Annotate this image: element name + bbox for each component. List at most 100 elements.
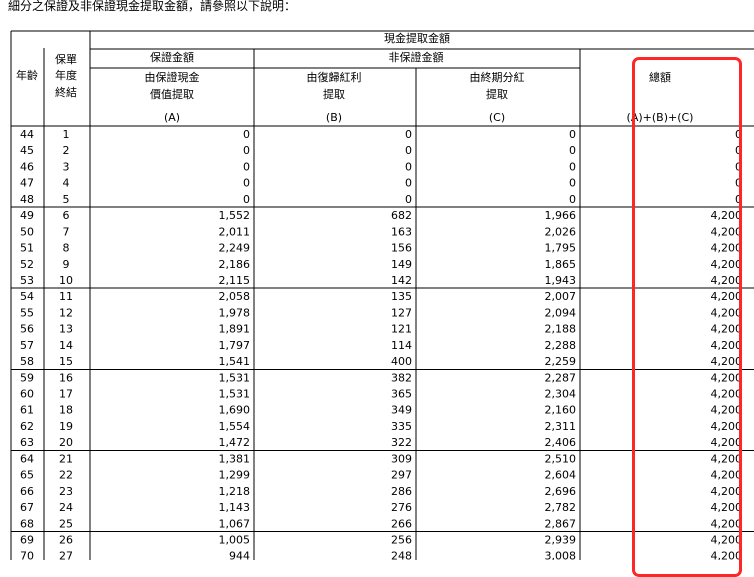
row-reversionary-b: 309 (391, 452, 412, 465)
row-guaranteed-a: 1,005 (219, 534, 251, 547)
row-terminal-c: 2,782 (545, 501, 577, 514)
row-age: 68 (20, 517, 34, 530)
header-col-c-line1: 由終期分紅 (470, 70, 525, 84)
row-policy-year: 16 (59, 371, 73, 384)
header-policy-year-line2: 年度 (55, 68, 77, 82)
row-policy-year: 15 (59, 355, 73, 368)
row-guaranteed-a: 944 (229, 550, 250, 560)
row-age: 66 (20, 485, 34, 498)
row-reversionary-b: 365 (391, 388, 412, 401)
row-guaranteed-a: 1,797 (219, 339, 251, 352)
row-guaranteed-a: 1,552 (219, 209, 251, 222)
row-reversionary-b: 335 (391, 420, 412, 433)
row-guaranteed-a: 1,541 (219, 355, 251, 368)
row-age: 44 (20, 128, 34, 141)
row-guaranteed-a: 1,531 (219, 388, 251, 401)
row-reversionary-b: 297 (391, 469, 412, 482)
row-guaranteed-a: 1,690 (219, 404, 251, 417)
total-column-highlight (632, 57, 742, 577)
table-header: 年齡 保單 年度 終結 現金提取金額 保證金額 非保證金額 由保證現金 價值提取… (16, 31, 693, 124)
row-terminal-c: 2,867 (545, 517, 577, 530)
row-reversionary-b: 156 (391, 242, 412, 255)
row-terminal-c: 0 (569, 128, 576, 141)
row-age: 70 (20, 550, 34, 560)
row-terminal-c: 2,939 (545, 534, 577, 547)
row-age: 52 (20, 258, 34, 271)
header-col-a-code: (A) (164, 111, 180, 124)
row-age: 56 (20, 323, 34, 336)
header-col-c-code: (C) (489, 111, 505, 124)
row-terminal-c: 2,026 (545, 225, 577, 238)
row-guaranteed-a: 1,381 (219, 452, 251, 465)
row-guaranteed-a: 1,891 (219, 323, 251, 336)
row-policy-year: 12 (59, 306, 73, 319)
row-guaranteed-a: 1,472 (219, 436, 251, 449)
row-policy-year: 4 (63, 177, 70, 190)
row-guaranteed-a: 0 (243, 193, 250, 206)
row-guaranteed-a: 1,299 (219, 469, 251, 482)
row-age: 57 (20, 339, 34, 352)
row-terminal-c: 3,008 (545, 550, 577, 560)
row-age: 61 (20, 404, 34, 417)
row-terminal-c: 2,604 (545, 469, 577, 482)
row-guaranteed-a: 2,011 (219, 225, 251, 238)
row-age: 53 (20, 274, 34, 287)
row-age: 49 (20, 209, 34, 222)
row-age: 62 (20, 420, 34, 433)
row-policy-year: 1 (63, 128, 70, 141)
row-age: 51 (20, 242, 34, 255)
row-policy-year: 5 (63, 193, 70, 206)
row-terminal-c: 2,696 (545, 485, 577, 498)
row-reversionary-b: 248 (391, 550, 412, 560)
row-terminal-c: 0 (569, 160, 576, 173)
row-policy-year: 18 (59, 404, 73, 417)
row-terminal-c: 1,943 (545, 274, 577, 287)
header-col-b-code: (B) (326, 111, 342, 124)
row-terminal-c: 2,311 (545, 420, 577, 433)
header-cash-withdrawal: 現金提取金額 (384, 31, 450, 45)
row-guaranteed-a: 0 (243, 160, 250, 173)
row-terminal-c: 0 (569, 144, 576, 157)
row-age: 46 (20, 160, 34, 173)
row-guaranteed-a: 0 (243, 177, 250, 190)
row-reversionary-b: 0 (405, 160, 412, 173)
header-col-a-line1: 由保證現金 (145, 70, 200, 84)
row-policy-year: 14 (59, 339, 73, 352)
row-policy-year: 9 (63, 258, 70, 271)
row-terminal-c: 2,406 (545, 436, 577, 449)
row-guaranteed-a: 1,067 (219, 517, 251, 530)
row-policy-year: 13 (59, 323, 73, 336)
row-policy-year: 6 (63, 209, 70, 222)
row-reversionary-b: 0 (405, 193, 412, 206)
row-policy-year: 23 (59, 485, 73, 498)
row-policy-year: 3 (63, 160, 70, 173)
row-reversionary-b: 256 (391, 534, 412, 547)
row-terminal-c: 2,304 (545, 388, 577, 401)
row-reversionary-b: 163 (391, 225, 412, 238)
row-guaranteed-a: 1,218 (219, 485, 251, 498)
row-reversionary-b: 400 (391, 355, 412, 368)
row-guaranteed-a: 0 (243, 128, 250, 141)
row-policy-year: 10 (59, 274, 73, 287)
row-age: 58 (20, 355, 34, 368)
row-guaranteed-a: 1,143 (219, 501, 251, 514)
row-age: 54 (20, 290, 34, 303)
row-policy-year: 25 (59, 517, 73, 530)
row-age: 55 (20, 306, 34, 319)
row-policy-year: 7 (63, 225, 70, 238)
header-col-b-line1: 由復歸紅利 (307, 70, 362, 84)
row-policy-year: 8 (63, 242, 70, 255)
row-reversionary-b: 0 (405, 144, 412, 157)
row-terminal-c: 1,795 (545, 242, 577, 255)
row-age: 45 (20, 144, 34, 157)
header-age: 年齡 (16, 68, 38, 82)
row-age: 48 (20, 193, 34, 206)
row-policy-year: 27 (59, 550, 73, 560)
row-reversionary-b: 142 (391, 274, 412, 287)
header-policy-year-line1: 保單 (55, 52, 77, 66)
row-age: 65 (20, 469, 34, 482)
row-age: 50 (20, 225, 34, 238)
row-reversionary-b: 149 (391, 258, 412, 271)
row-reversionary-b: 382 (391, 371, 412, 384)
row-terminal-c: 2,287 (545, 371, 577, 384)
